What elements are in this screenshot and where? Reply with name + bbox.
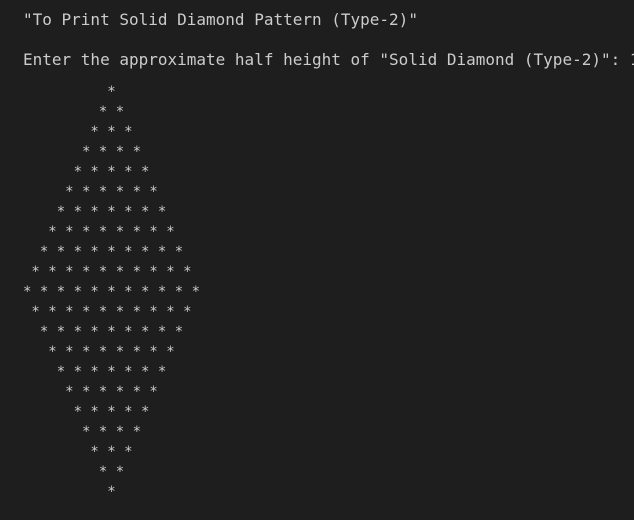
- pattern-row: * * * * * *: [23, 384, 158, 400]
- pattern-row: * *: [23, 104, 125, 120]
- pattern-row: *: [23, 84, 116, 100]
- pattern-row: * * *: [23, 124, 133, 140]
- pattern-row: *: [23, 484, 116, 500]
- pattern-row: * * * * * * * *: [23, 224, 175, 240]
- program-title-line: "To Print Solid Diamond Pattern (Type-2)…: [23, 10, 418, 29]
- pattern-row: * * *: [23, 444, 133, 460]
- pattern-row: * * * * * * *: [23, 204, 167, 220]
- pattern-row: * * * * * * *: [23, 364, 167, 380]
- pattern-row: * * * *: [23, 424, 142, 440]
- pattern-row: * * * * * * * * *: [23, 324, 184, 340]
- terminal-output: "To Print Solid Diamond Pattern (Type-2)…: [0, 0, 634, 520]
- pattern-row: * * * * *: [23, 404, 150, 420]
- diamond-pattern: * * * * * * * * * * * * * * * * * * * * …: [23, 82, 634, 502]
- pattern-row: * * * * * * * *: [23, 344, 175, 360]
- pattern-row: * * * * * * * * *: [23, 244, 184, 260]
- pattern-row: * * * * * * * * * *: [23, 264, 192, 280]
- pattern-row: * * * * *: [23, 164, 150, 180]
- pattern-row: * * * *: [23, 144, 142, 160]
- input-prompt-line: Enter the approximate half height of "So…: [23, 50, 634, 69]
- pattern-row: * *: [23, 464, 125, 480]
- pattern-row: * * * * * *: [23, 184, 158, 200]
- pattern-row: * * * * * * * * * *: [23, 304, 192, 320]
- pattern-row: * * * * * * * * * * *: [23, 284, 201, 300]
